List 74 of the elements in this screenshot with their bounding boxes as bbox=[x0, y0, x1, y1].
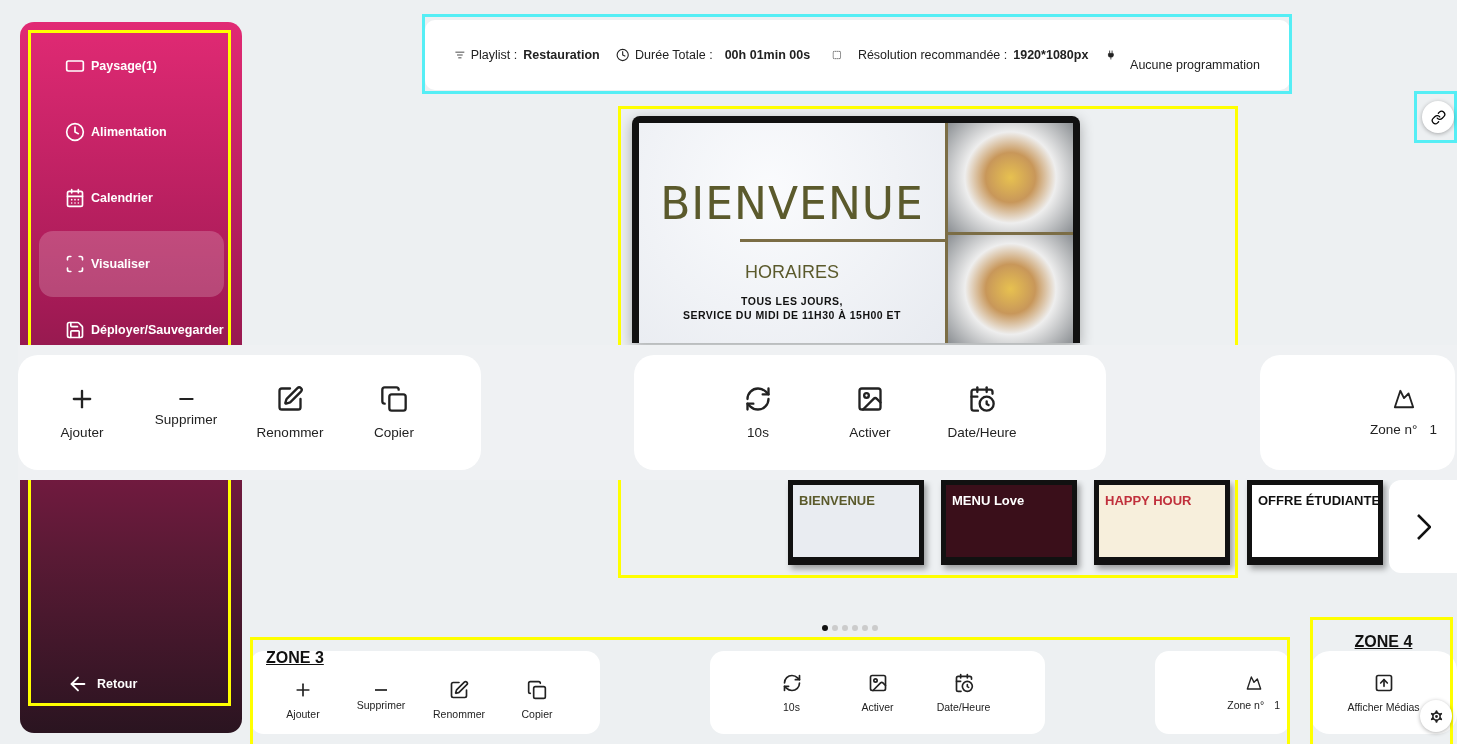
resolution-label: Résolution recommandée : bbox=[857, 48, 1008, 62]
calendar-clock-icon bbox=[953, 672, 974, 693]
toolbar-button[interactable]: 10s bbox=[763, 672, 820, 713]
upload-icon bbox=[1373, 672, 1394, 693]
page-dot[interactable] bbox=[842, 625, 848, 631]
settings-icon bbox=[1427, 707, 1445, 725]
toolbar-button[interactable]: Supprimer bbox=[342, 688, 420, 711]
toolbar-button[interactable]: Ajouter bbox=[30, 385, 134, 440]
toolbar-button[interactable]: Ajouter bbox=[264, 679, 342, 720]
resolution-value: 1920*1080px bbox=[1013, 48, 1089, 62]
sidebar-item-icon bbox=[65, 320, 85, 340]
image-icon bbox=[867, 672, 888, 693]
sidebar-item[interactable]: Déployer/Sauvegarder bbox=[39, 315, 224, 345]
back-link[interactable]: Retour bbox=[39, 673, 224, 695]
image-icon bbox=[856, 385, 884, 413]
sidebar-item[interactable]: Calendrier bbox=[39, 165, 224, 231]
pen-square-icon bbox=[449, 679, 469, 700]
toolbar-button[interactable]: Activer bbox=[849, 672, 906, 713]
highlight-frame bbox=[1414, 91, 1457, 143]
sidebar-item[interactable]: Visualiser bbox=[39, 231, 224, 297]
page-dot[interactable] bbox=[872, 625, 878, 631]
plug-icon bbox=[1106, 47, 1117, 63]
sidebar-item[interactable]: Paysage(1) bbox=[39, 33, 224, 99]
slide-thumbnail[interactable]: BIENVENUE bbox=[788, 480, 924, 565]
page-dot[interactable] bbox=[852, 625, 858, 631]
next-button[interactable] bbox=[1389, 480, 1457, 573]
copy-icon bbox=[380, 385, 408, 413]
slide-thumbnail[interactable]: MENU Love bbox=[941, 480, 1077, 565]
slide-text: TOUS LES JOURS, bbox=[741, 295, 843, 307]
toolbar-button[interactable]: Activer bbox=[834, 385, 906, 440]
slide-thumbnail[interactable]: OFFRE ÉTUDIANTE bbox=[1247, 480, 1383, 565]
sidebar-item[interactable]: Alimentation bbox=[39, 99, 224, 165]
toolbar-button[interactable]: 10s bbox=[722, 385, 794, 440]
playlist-label: Playlist : bbox=[470, 48, 518, 62]
playlist-name: Restauration bbox=[523, 48, 600, 62]
link-button[interactable] bbox=[1422, 101, 1454, 133]
link-icon bbox=[1430, 109, 1446, 125]
slide-thumbnail[interactable]: HAPPY HOUR bbox=[1094, 480, 1230, 565]
page-dot[interactable] bbox=[822, 625, 828, 631]
calendar-clock-icon bbox=[968, 385, 996, 413]
duration-label: Durée Totale : bbox=[635, 48, 713, 62]
copy-icon bbox=[527, 679, 547, 700]
show-media-button[interactable]: Afficher Médias bbox=[1347, 672, 1420, 713]
slide-text: SERVICE DU MIDI DE 11H30 À 15H00 ET bbox=[682, 309, 901, 321]
toolbar-button[interactable]: Copier bbox=[498, 679, 576, 720]
zone-number: 1 bbox=[1429, 422, 1437, 437]
schedule-status: Aucune programmation bbox=[1130, 58, 1260, 72]
zone-label: Zone n° bbox=[1370, 422, 1418, 437]
page-dot[interactable] bbox=[832, 625, 838, 631]
sidebar-item-icon bbox=[65, 122, 85, 142]
toolbar-button[interactable]: Date/Heure bbox=[946, 385, 1018, 440]
refresh-icon bbox=[744, 385, 772, 413]
zone-heading: ZONE 3 bbox=[266, 649, 324, 667]
duration-value: 00h 01min 00s bbox=[724, 48, 811, 62]
page-dot[interactable] bbox=[862, 625, 868, 631]
toolbar-button[interactable]: Renommer bbox=[238, 385, 342, 440]
minus-icon bbox=[177, 398, 195, 400]
chevron-right-icon bbox=[1416, 512, 1431, 541]
slide-title: BIENVENUE bbox=[660, 178, 924, 229]
toolbar-button[interactable]: Date/Heure bbox=[935, 672, 992, 713]
sidebar-item-icon bbox=[65, 188, 85, 208]
slide-subtitle: HORAIRES bbox=[745, 262, 839, 283]
pen-square-icon bbox=[276, 385, 304, 413]
refresh-icon bbox=[781, 672, 802, 693]
sidebar-item-icon bbox=[65, 254, 85, 274]
minus-icon bbox=[375, 688, 387, 691]
zone-number: 1 bbox=[1274, 698, 1280, 711]
zone-heading: ZONE 4 bbox=[1354, 633, 1413, 651]
zone-label: Zone n° bbox=[1227, 698, 1265, 711]
mountain-icon bbox=[1245, 674, 1262, 691]
toolbar-button[interactable]: Supprimer bbox=[134, 398, 238, 427]
toolbar-button[interactable]: Renommer bbox=[420, 679, 498, 720]
toolbar-button[interactable]: Copier bbox=[342, 385, 446, 440]
mountain-icon bbox=[1392, 388, 1415, 410]
